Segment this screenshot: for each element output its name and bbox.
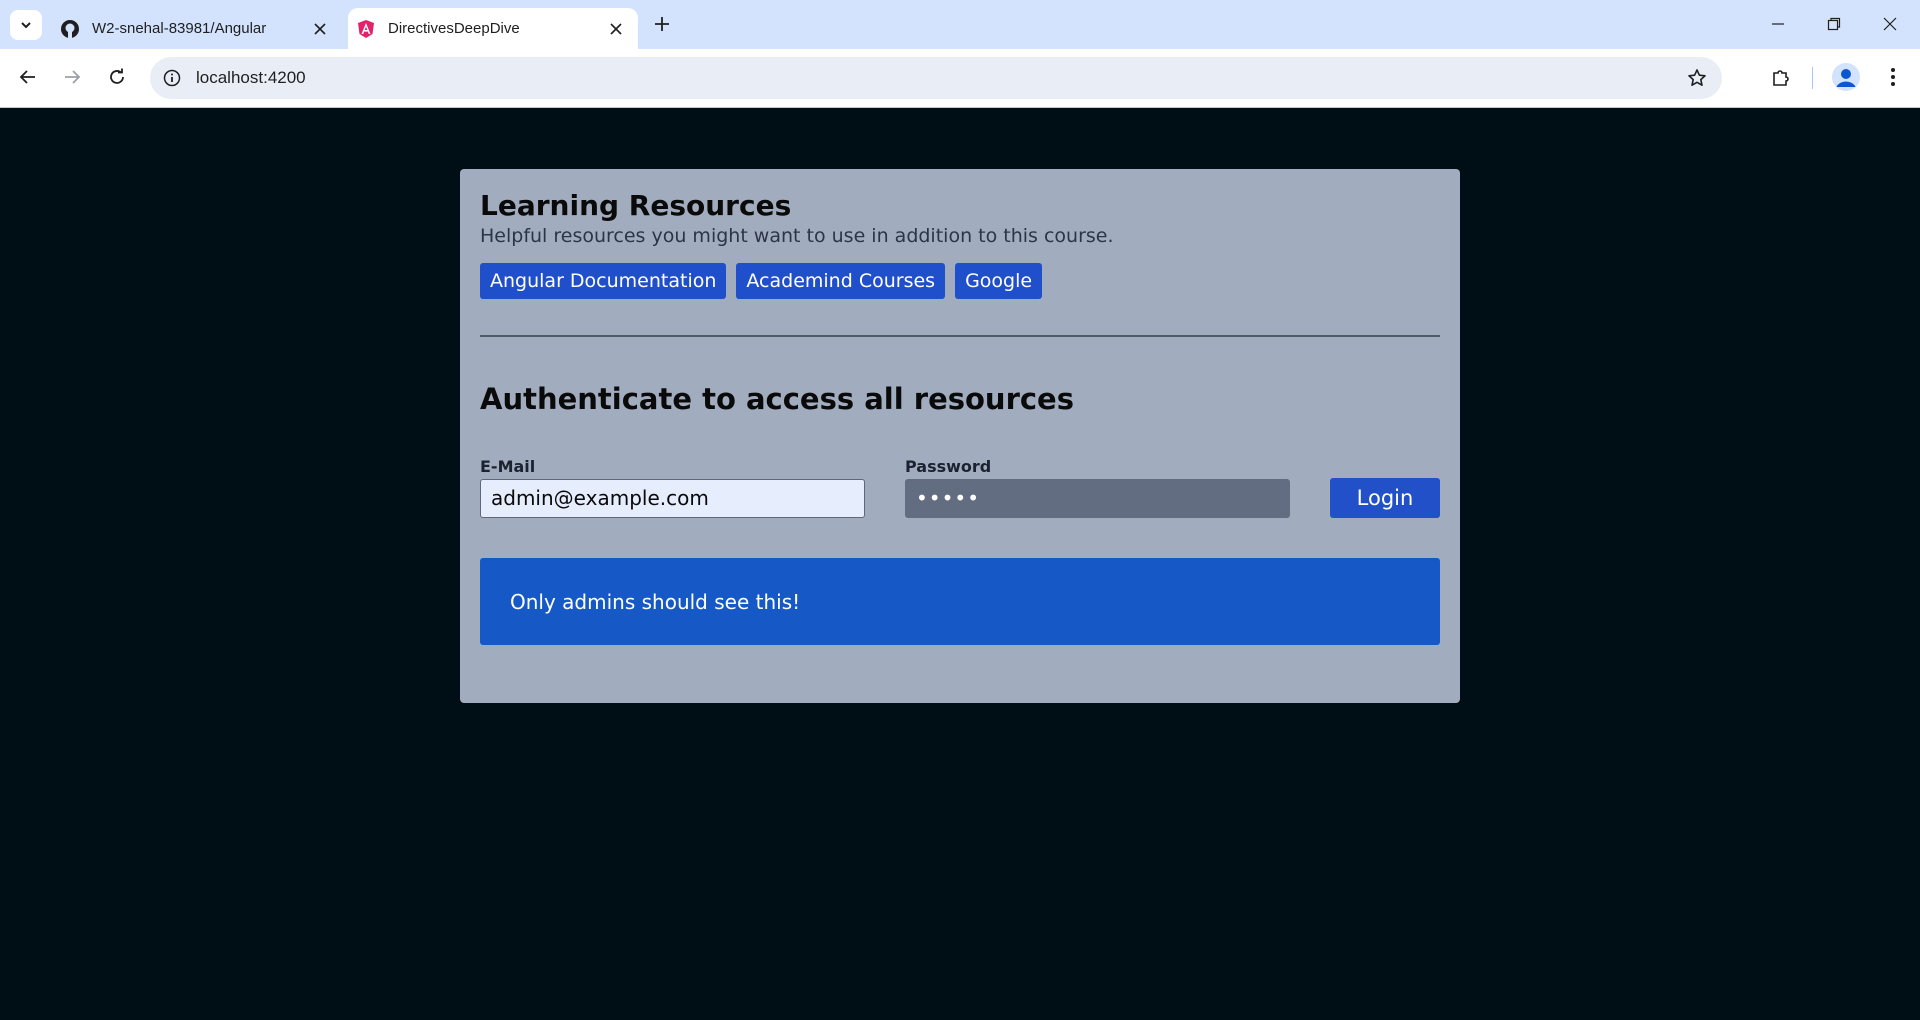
browser-toolbar: localhost:4200 (0, 49, 1920, 108)
arrow-right-icon (65, 70, 81, 84)
address-bar[interactable]: localhost:4200 (150, 57, 1722, 99)
page-subtitle: Helpful resources you might want to use … (480, 225, 1114, 247)
tab-search-button[interactable] (10, 10, 42, 40)
person-icon (1832, 63, 1860, 91)
password-label: Password (905, 457, 992, 476)
restore-button[interactable] (1814, 8, 1854, 40)
tab-github[interactable]: W2-snehal-83981/Angular (52, 8, 342, 49)
page-title: Learning Resources (480, 189, 792, 222)
angular-icon (356, 19, 376, 39)
toolbar-separator (1812, 67, 1813, 89)
chevron-down-icon (21, 22, 31, 29)
github-icon (60, 19, 80, 39)
link-angular-documentation[interactable]: Angular Documentation (480, 263, 727, 299)
link-academind-courses[interactable]: Academind Courses (736, 263, 946, 299)
tab-title: W2-snehal-83981/Angular (92, 20, 267, 37)
puzzle-icon (1773, 70, 1789, 86)
password-field-group: Password ••••• (905, 457, 1290, 518)
admin-only-message: Only admins should see this! (480, 558, 1440, 645)
learning-resources-card: Learning Resources Helpful resources you… (460, 169, 1460, 703)
site-info-icon[interactable] (162, 68, 182, 88)
arrow-left-icon (19, 70, 35, 84)
close-icon[interactable] (308, 17, 332, 41)
email-label: E-Mail (480, 457, 536, 476)
login-form: E-Mail admin@example.com Password ••••• … (480, 457, 1440, 518)
minimize-button[interactable] (1758, 8, 1798, 40)
close-icon[interactable] (604, 17, 628, 41)
resource-links: Angular Documentation Academind Courses … (480, 263, 1440, 299)
profile-avatar[interactable] (1832, 63, 1860, 91)
tab-title: DirectivesDeepDive (388, 20, 520, 37)
reload-icon (110, 68, 124, 84)
login-button[interactable]: Login (1330, 478, 1440, 518)
more-vertical-icon (1891, 68, 1895, 86)
minimize-icon (1772, 23, 1784, 25)
auth-heading: Authenticate to access all resources (480, 382, 1074, 416)
tab-directivesdeepdive[interactable]: DirectivesDeepDive (348, 8, 638, 49)
reload-button[interactable] (103, 63, 131, 91)
password-field[interactable]: ••••• (905, 479, 1290, 518)
admin-message-text: Only admins should see this! (510, 589, 801, 614)
browser-menu-button[interactable] (1877, 61, 1909, 93)
email-field[interactable]: admin@example.com (480, 479, 865, 518)
email-field-group: E-Mail admin@example.com (480, 457, 865, 518)
back-button[interactable] (14, 63, 42, 91)
divider (480, 335, 1440, 337)
close-icon (1883, 17, 1897, 31)
close-window-button[interactable] (1870, 8, 1910, 40)
url-text: localhost:4200 (196, 68, 306, 87)
plus-icon (655, 17, 669, 31)
bookmark-star-icon[interactable] (1686, 67, 1708, 89)
new-tab-button[interactable] (650, 12, 674, 36)
restore-icon (1827, 17, 1841, 31)
forward-button[interactable] (58, 63, 86, 91)
extensions-button[interactable] (1765, 61, 1797, 93)
tab-strip: W2-snehal-83981/Angular DirectivesDeepDi… (0, 0, 1920, 49)
link-google[interactable]: Google (955, 263, 1043, 299)
